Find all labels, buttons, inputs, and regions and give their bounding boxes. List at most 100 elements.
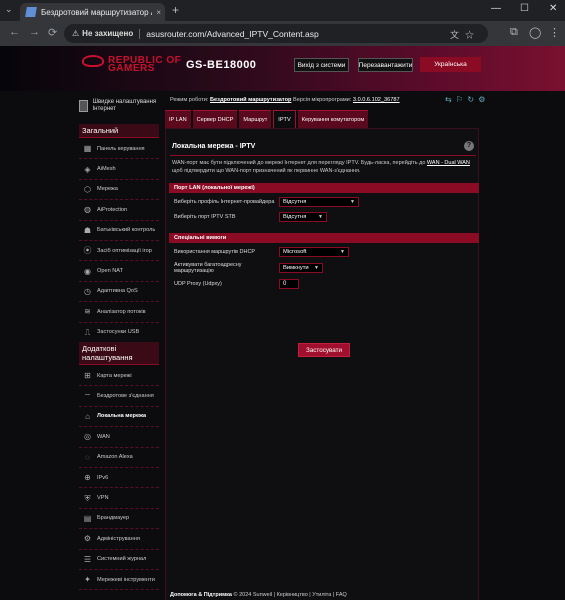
translate-bookmark-icons[interactable]: 文☆ (450, 28, 480, 41)
language-select[interactable]: Українська (420, 57, 481, 72)
sidebar-item-advanced-2[interactable]: ⌂ Локальна мережа (79, 407, 159, 428)
quick-setup-link[interactable]: Швидке налаштування Інтернет (79, 96, 159, 116)
footer-links[interactable]: © 2024 Sunweil | Керівництво | Утиліта |… (234, 592, 347, 598)
sidebar-item-general-4[interactable]: ☗ Батьківський контроль (79, 221, 159, 241)
menu-label: Батьківський контроль (97, 227, 156, 234)
menu-icon: ⌔ (83, 391, 92, 401)
address-bar[interactable]: ⚠ Не захищено asusrouter.com/Advanced_IP… (64, 24, 488, 43)
dual-wan-link[interactable]: WAN - Dual WAN (427, 160, 470, 166)
general-section-header: Загальний (79, 124, 159, 138)
forward-button[interactable]: → (29, 26, 40, 38)
tab-3[interactable]: IPTV (273, 110, 296, 128)
isp-profile-label: Виберіть профіль Інтернет-провайдера (174, 199, 275, 205)
help-icon[interactable]: ? (464, 141, 474, 151)
sidebar-item-advanced-1[interactable]: ⌔ Бездротове з'єднання (79, 386, 159, 407)
sidebar-item-advanced-4[interactable]: ◌ Amazon Alexa (79, 448, 159, 468)
footer: Допомога & Підтримка © 2024 Sunweil | Ке… (170, 592, 347, 598)
tab-2[interactable]: Маршрут (239, 110, 272, 128)
tab-close-icon[interactable]: × (156, 8, 161, 17)
isp-profile-value: Відсутня (283, 199, 307, 205)
new-tab-button[interactable]: + (172, 3, 179, 17)
maximize-button[interactable]: ☐ (520, 3, 529, 14)
sidebar-item-general-8[interactable]: ≋ Аналізатор потоків (79, 302, 159, 323)
sidebar-item-advanced-7[interactable]: ▤ Брандмауер (79, 509, 159, 530)
dhcp-routes-select[interactable]: Microsoft ▼ (279, 247, 349, 257)
sidebar-item-advanced-9[interactable]: ☰ Системний журнал (79, 550, 159, 570)
tab-list-button[interactable]: ⌄ (5, 4, 13, 15)
menu-icon: ☗ (83, 225, 92, 235)
menu-label: Мережеві інструменти (97, 576, 155, 583)
menu-label: Карта мережі (97, 372, 132, 379)
security-label[interactable]: Не захищено (82, 29, 133, 38)
sidebar-item-general-7[interactable]: ◷ Адаптивна QoS (79, 282, 159, 303)
chevron-down-icon: ▼ (350, 199, 355, 205)
sidebar-item-general-3[interactable]: ◍ AiProtection (79, 200, 159, 221)
menu-label: AiMesh (97, 166, 116, 173)
menu-label: AiProtection (97, 206, 128, 213)
iptv-stb-row: Виберіть порт IPTV STB Відсутня ▼ (169, 210, 479, 224)
isp-profile-select[interactable]: Відсутня ▼ (279, 197, 359, 207)
logout-button[interactable]: Вихід з системи (294, 58, 349, 72)
dhcp-routes-label: Використання маршрутів DHCP (174, 249, 256, 255)
menu-label: Застосунки USB (97, 329, 140, 336)
extensions-icon[interactable]: ⧉ (510, 26, 518, 39)
sidebar-item-general-1[interactable]: ◈ AiMesh (79, 159, 159, 180)
tab-1[interactable]: Сервер DHCP (192, 110, 238, 128)
iptv-stb-select[interactable]: Відсутня ▼ (279, 212, 327, 222)
isp-profile-row: Виберіть профіль Інтернет-провайдера Від… (169, 195, 479, 209)
operation-mode-link[interactable]: Бездротовий маршрутизатор (210, 97, 291, 103)
firmware-version-link[interactable]: 3.0.0.6.102_36787 (353, 97, 400, 103)
wizard-icon (79, 100, 89, 112)
sidebar-item-advanced-0[interactable]: ⊞ Карта мережі (79, 366, 159, 387)
tab-4[interactable]: Керування комутатором (297, 110, 369, 128)
dhcp-routes-value: Microsoft (283, 249, 307, 255)
status-icons[interactable]: ⇆ ⚐ ↻ ⚙ (445, 95, 486, 104)
sidebar-item-general-9[interactable]: ⎍ Застосунки USB (79, 323, 159, 343)
browser-menu-icon[interactable]: ⋮ (549, 26, 560, 39)
close-window-button[interactable]: ✕ (549, 3, 557, 14)
help-support-link[interactable]: Допомога & Підтримка (170, 592, 232, 598)
back-button[interactable]: ← (9, 26, 20, 38)
sidebar-item-advanced-6[interactable]: ⛨ VPN (79, 488, 159, 509)
menu-icon: ▤ (83, 513, 92, 523)
apply-button[interactable]: Застосувати (298, 343, 350, 357)
menu-label: Адаптивна QoS (97, 288, 138, 295)
multicast-select[interactable]: Вимкнути ▼ (279, 263, 323, 273)
brand-line-2: GAMERS (108, 63, 155, 74)
chevron-down-icon: ▼ (314, 265, 319, 271)
reboot-button[interactable]: Перезавантажити (358, 58, 413, 72)
tab-0[interactable]: IP LAN (165, 110, 191, 128)
browser-tab[interactable]: Бездротовий маршрутизатор А × (20, 3, 165, 21)
sidebar-item-advanced-10[interactable]: ✦ Мережеві інструменти (79, 570, 159, 591)
menu-icon: ⚙ (83, 534, 92, 544)
menu-icon: ⌂ (85, 411, 90, 421)
menu-label: Адміністрування (97, 535, 140, 542)
menu-icon: ⊞ (84, 371, 91, 381)
router-model: GS-BE18000 (186, 59, 257, 71)
iptv-stb-value: Відсутня (283, 214, 307, 220)
menu-label: Мережа (97, 186, 118, 193)
menu-label: IPv6 (97, 474, 109, 481)
sidebar-item-advanced-8[interactable]: ⚙ Адміністрування (79, 529, 159, 550)
sidebar: Швидке налаштування Інтернет Загальний ▦… (79, 96, 159, 600)
minimize-button[interactable]: — (491, 3, 501, 14)
reload-button[interactable]: ⟳ (48, 26, 57, 39)
sidebar-item-general-2[interactable]: ⬡ Мережа (79, 180, 159, 201)
router-page: REPUBLIC OF GAMERS GS-BE18000 Вихід з си… (0, 46, 565, 600)
menu-label: Open NAT (97, 268, 124, 275)
panel-description: WAN-порт має бути підключений до мережі … (172, 159, 476, 175)
menu-label: Засіб оптимізації ігор (97, 247, 152, 254)
sidebar-item-general-0[interactable]: ▦ Панель керування (79, 139, 159, 160)
menu-icon: ✦ (84, 575, 91, 585)
udp-proxy-input[interactable]: 0 (279, 279, 299, 289)
chevron-down-icon: ▼ (318, 214, 323, 220)
sidebar-item-advanced-5[interactable]: ⊕ IPv6 (79, 468, 159, 489)
sidebar-item-general-5[interactable]: ⦿ Засіб оптимізації ігор (79, 241, 159, 262)
browser-tab-strip: ⌄ Бездротовий маршрутизатор А × + — ☐ ✕ (0, 0, 565, 21)
url-text[interactable]: asusrouter.com/Advanced_IPTV_Content.asp (146, 29, 318, 39)
profile-icon[interactable]: ◯ (529, 26, 541, 39)
sidebar-item-advanced-3[interactable]: ◎ WAN (79, 427, 159, 448)
mode-label: Режим роботи: (170, 97, 209, 103)
description-text-1: WAN-порт має бути підключений до мережі … (172, 160, 427, 166)
sidebar-item-general-6[interactable]: ◉ Open NAT (79, 261, 159, 282)
